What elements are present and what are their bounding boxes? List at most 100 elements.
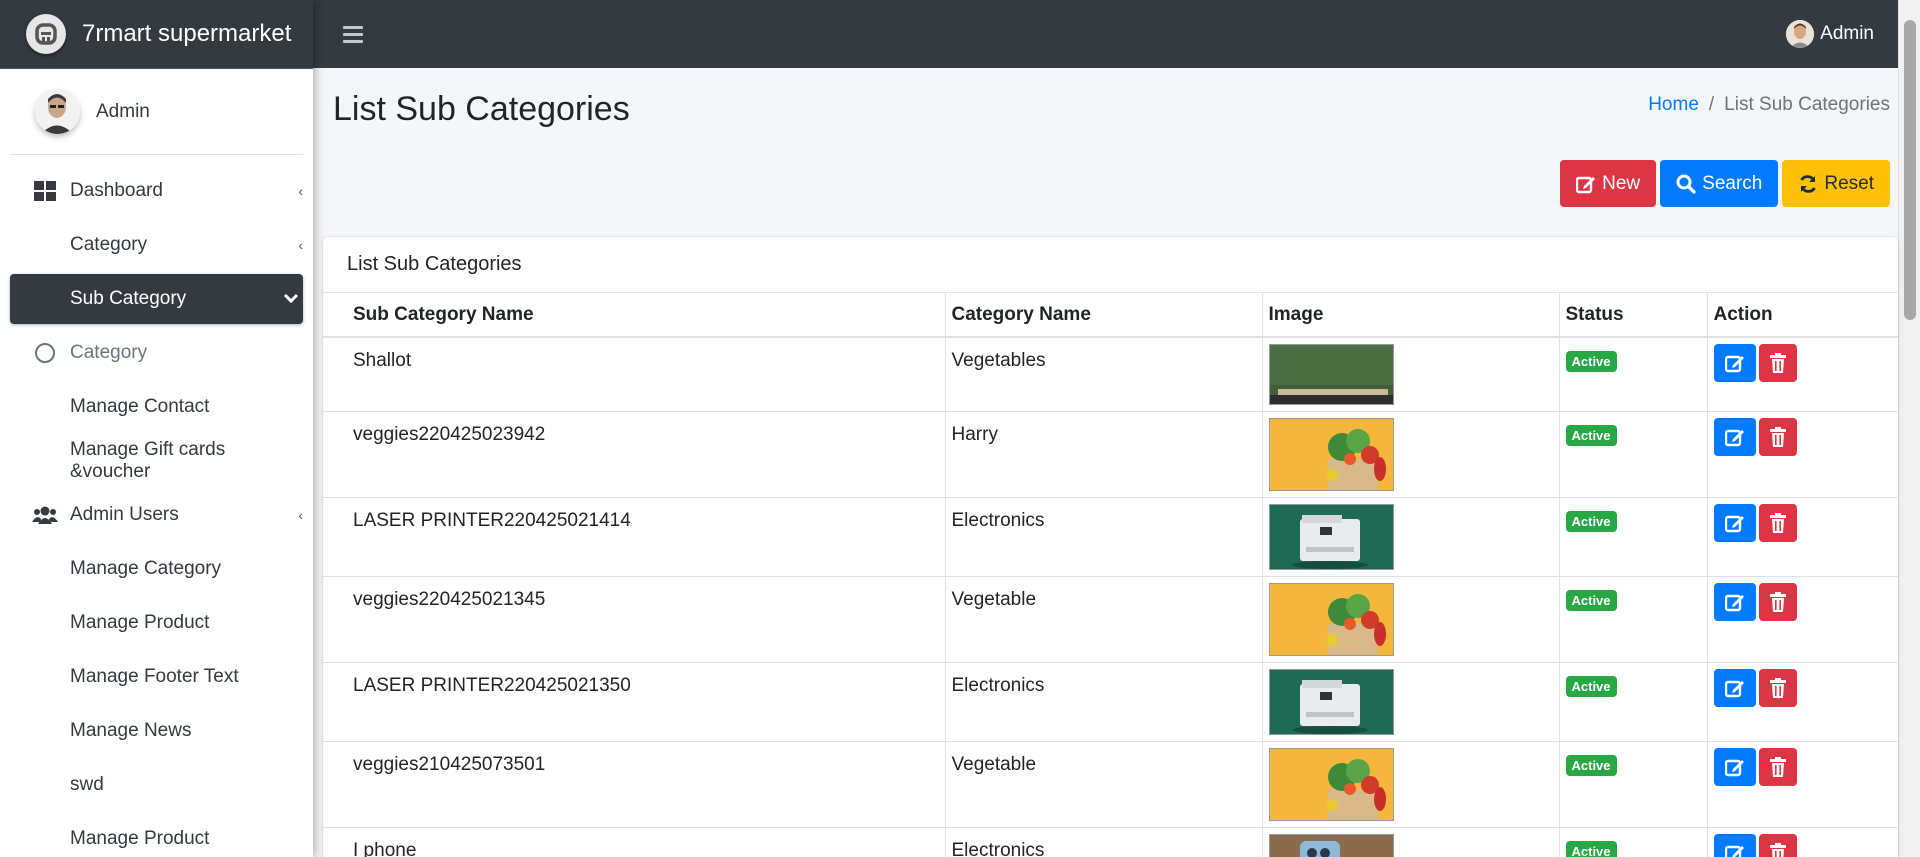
status-badge[interactable]: Active <box>1565 511 1617 532</box>
brand-logo-icon <box>26 14 66 54</box>
sub-category-name-cell: LASER PRINTER220425021350 <box>323 662 946 742</box>
sub-categories-table: Sub Category Name Category Name Image St… <box>323 293 1898 857</box>
status-badge[interactable]: Active <box>1565 590 1617 611</box>
sidebar-item-manage-category[interactable]: Manage Category <box>10 544 303 594</box>
reset-button-label: Reset <box>1824 172 1874 194</box>
image-cell <box>1261 411 1560 498</box>
edit-icon <box>1724 355 1744 373</box>
sub-category-thumbnail <box>1268 748 1394 821</box>
sidebar-item-manage-news[interactable]: Manage News <box>10 706 303 756</box>
sidebar-item-manage-footer-text[interactable]: Manage Footer Text <box>10 652 303 702</box>
action-cell <box>1706 411 1898 498</box>
sub-category-name-cell: Shallot <box>323 336 946 412</box>
brand-link[interactable]: 7rmart supermarket <box>0 0 313 69</box>
sub-category-thumbnail <box>1268 583 1394 656</box>
status-cell: Active <box>1558 497 1708 577</box>
status-badge[interactable]: Active <box>1565 755 1617 776</box>
reset-button[interactable]: Reset <box>1782 160 1890 207</box>
dashboard-icon <box>32 180 58 202</box>
status-badge[interactable]: Active <box>1565 351 1617 372</box>
delete-button[interactable] <box>1758 418 1797 456</box>
action-cell <box>1706 497 1898 577</box>
column-header: Image <box>1261 293 1560 338</box>
circle-icon <box>32 342 58 364</box>
delete-button[interactable] <box>1758 344 1797 382</box>
sidebar-item-label: Manage Gift cards &voucher <box>70 439 226 482</box>
sub-category-thumbnail <box>1268 669 1394 735</box>
image-cell <box>1261 336 1560 412</box>
sub-category-thumbnail <box>1268 504 1394 570</box>
image-cell <box>1261 741 1560 828</box>
edit-icon <box>1576 176 1596 193</box>
delete-button[interactable] <box>1758 748 1797 786</box>
scrollbar-thumb[interactable] <box>1904 20 1916 320</box>
toolbar: New Search Reset <box>1560 160 1890 207</box>
trash-icon <box>1769 678 1786 698</box>
status-cell: Active <box>1558 411 1708 498</box>
brand-name: 7rmart supermarket <box>82 20 292 47</box>
edit-button[interactable] <box>1713 504 1756 542</box>
sidebar-item-swd[interactable]: swd <box>10 760 303 810</box>
sidebar-item-manage-contact[interactable]: Manage Contact <box>10 382 303 432</box>
category-name-cell: Vegetable <box>944 741 1263 828</box>
sidebar-subitem-category[interactable]: Category <box>10 328 303 378</box>
edit-button[interactable] <box>1713 344 1756 382</box>
sidebar-item-label: Manage Footer Text <box>70 666 239 687</box>
edit-button[interactable] <box>1713 669 1756 707</box>
status-badge[interactable]: Active <box>1565 425 1617 446</box>
edit-icon <box>1724 515 1744 533</box>
main-content: List Sub Categories Home / List Sub Cate… <box>313 68 1898 857</box>
action-cell <box>1706 827 1898 857</box>
column-header: Sub Category Name <box>323 293 946 338</box>
breadcrumb-home-link[interactable]: Home <box>1648 94 1699 116</box>
delete-button[interactable] <box>1758 834 1797 857</box>
hamburger-menu-icon[interactable] <box>343 25 363 43</box>
category-name-cell: Electronics <box>944 497 1263 577</box>
sidebar-item-gift-cards[interactable]: Manage Gift cards &voucher <box>10 436 303 486</box>
page-scrollbar[interactable] <box>1898 0 1920 857</box>
sidebar-item-label: Manage News <box>70 720 192 741</box>
search-button[interactable]: Search <box>1660 160 1779 207</box>
top-user-menu[interactable]: Admin <box>1786 20 1874 48</box>
action-cell <box>1706 336 1898 412</box>
sidebar-item-label: Manage Product <box>70 612 210 633</box>
sidebar-item-manage-product[interactable]: Manage Product <box>10 598 303 648</box>
card-title: List Sub Categories <box>323 237 1898 293</box>
delete-button[interactable] <box>1758 583 1797 621</box>
sub-category-thumbnail <box>1268 418 1394 491</box>
breadcrumb-current: List Sub Categories <box>1724 94 1890 115</box>
sidebar-item-manage-product-2[interactable]: Manage Product <box>10 814 303 857</box>
sidebar-item-admin-users[interactable]: Admin Users ‹ <box>10 490 303 540</box>
trash-icon <box>1769 843 1786 857</box>
edit-icon <box>1724 429 1744 447</box>
user-panel-name: Admin <box>96 100 150 122</box>
user-panel[interactable]: Admin <box>10 69 303 155</box>
column-header: Category Name <box>944 293 1263 338</box>
sidebar: 7rmart supermarket Admin Dashboard ‹ Cat… <box>0 0 313 857</box>
breadcrumb: Home / List Sub Categories <box>1648 94 1890 116</box>
status-badge[interactable]: Active <box>1565 676 1617 697</box>
trash-icon <box>1769 757 1786 777</box>
edit-button[interactable] <box>1713 834 1756 857</box>
new-button[interactable]: New <box>1560 160 1657 207</box>
sidebar-item-dashboard[interactable]: Dashboard ‹ <box>10 166 303 216</box>
image-cell <box>1261 827 1560 857</box>
edit-button[interactable] <box>1713 418 1756 456</box>
status-cell: Active <box>1558 336 1708 412</box>
edit-button[interactable] <box>1713 583 1756 621</box>
sidebar-item-category[interactable]: Category ‹ <box>10 220 303 270</box>
sidebar-item-label: Dashboard <box>70 180 163 201</box>
sidebar-item-sub-category[interactable]: Sub Category <box>10 274 303 324</box>
table-header-row: Sub Category Name Category Name Image St… <box>323 293 1898 338</box>
chevron-left-icon: ‹ <box>298 507 303 523</box>
column-header: Action <box>1706 293 1898 338</box>
delete-button[interactable] <box>1758 504 1797 542</box>
edit-button[interactable] <box>1713 748 1756 786</box>
status-badge[interactable]: Active <box>1565 841 1617 857</box>
delete-button[interactable] <box>1758 669 1797 707</box>
action-cell <box>1706 576 1898 663</box>
breadcrumb-separator: / <box>1708 94 1715 115</box>
chevron-down-icon <box>283 291 299 307</box>
column-header: Status <box>1558 293 1708 338</box>
table-row: I phone Electronics Active <box>323 827 1898 857</box>
